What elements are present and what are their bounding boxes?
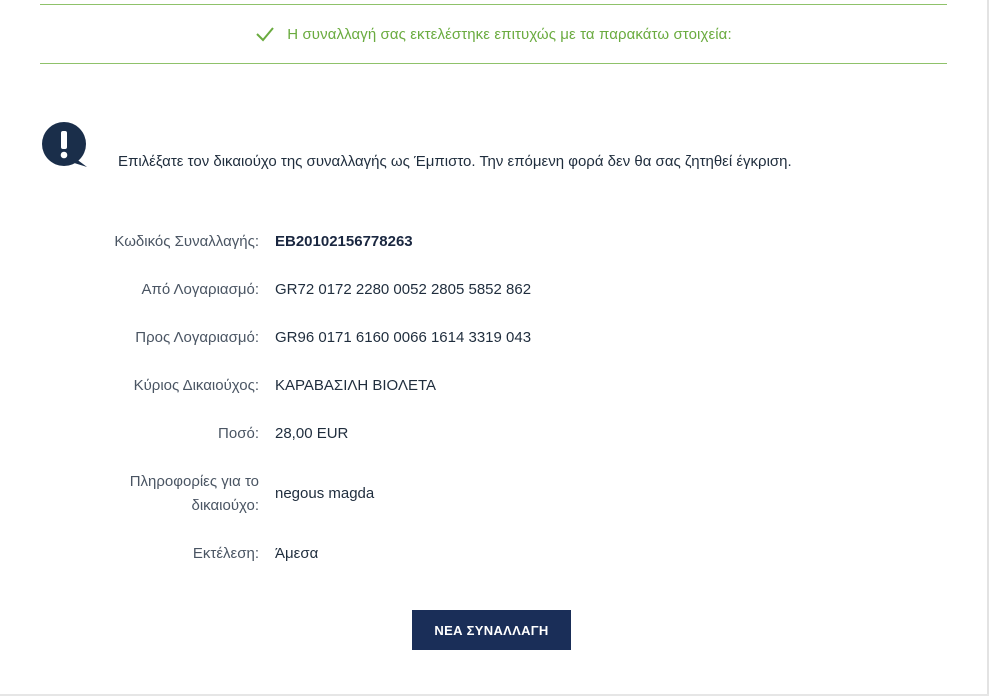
transaction-confirmation-page: Η συναλλαγή σας εκτελέστηκε επιτυχώς με … [0, 0, 989, 696]
detail-value: EB20102156778263 [275, 233, 413, 250]
detail-label: Κύριος Δικαιούχος: [133, 377, 259, 394]
check-icon [256, 27, 275, 42]
detail-value: 28,00 EUR [275, 425, 349, 442]
detail-value: Άμεσα [275, 545, 319, 562]
notice-text: Επιλέξατε τον δικαιούχο της συναλλαγής ω… [118, 153, 792, 170]
success-banner: Η συναλλαγή σας εκτελέστηκε επιτυχώς με … [40, 4, 947, 64]
exclamation-speech-bubble-icon [42, 122, 87, 167]
detail-value: negous magda [275, 485, 375, 502]
new-transaction-button[interactable]: ΝΕΑ ΣΥΝΑΛΛΑΓΗ [412, 610, 571, 650]
detail-label: Πληροφορίες για το [129, 473, 259, 490]
detail-label: Κωδικός Συναλλαγής: [114, 233, 259, 250]
detail-value: ΚΑΡΑΒΑΣΙΛΗ ΒΙΟΛΕΤΑ [275, 377, 437, 394]
detail-value: GR96 0171 6160 0066 1614 3319 043 [275, 329, 532, 346]
detail-label: Προς Λογαριασμό: [135, 329, 259, 346]
detail-label: δικαιούχο: [191, 497, 259, 514]
detail-value: GR72 0172 2280 0052 2805 5852 862 [275, 281, 532, 298]
detail-label: Από Λογαριασμό: [141, 281, 259, 298]
success-message: Η συναλλαγή σας εκτελέστηκε επιτυχώς με … [287, 25, 732, 43]
detail-label: Εκτέλεση: [192, 545, 259, 562]
detail-label: Ποσό: [218, 425, 259, 442]
trusted-beneficiary-notice: Επιλέξατε τον δικαιούχο της συναλλαγής ω… [41, 122, 941, 182]
